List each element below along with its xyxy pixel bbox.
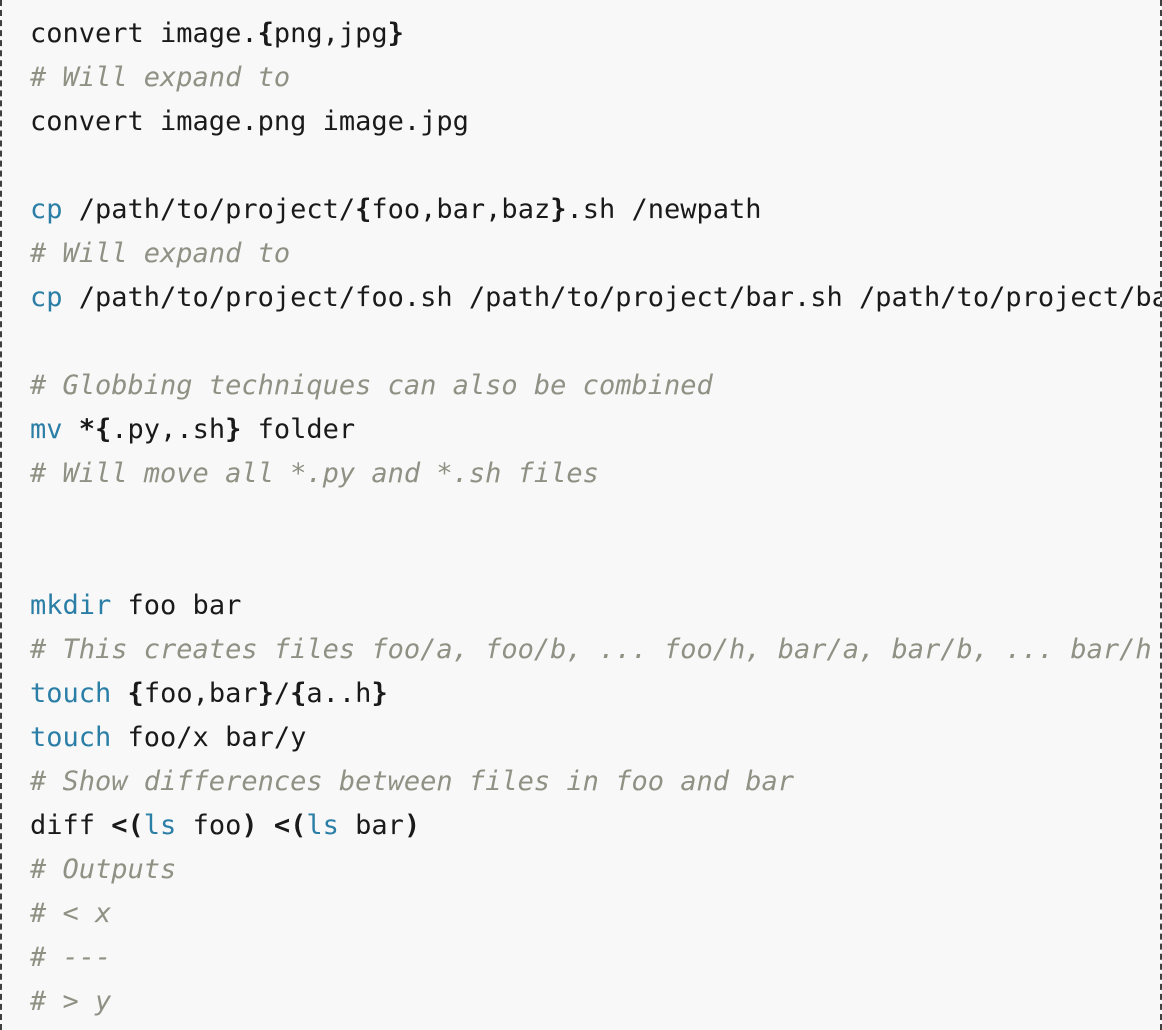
code-line: touch foo/x bar/y: [30, 716, 1160, 760]
code-token-plain: foo: [176, 810, 242, 841]
code-line: mkdir foo bar: [30, 584, 1160, 628]
code-token-comment: # ---: [30, 942, 112, 973]
code-token-meta: <(: [111, 810, 144, 841]
code-token-keyword: ls: [306, 810, 339, 841]
code-token-meta: {: [355, 194, 372, 225]
code-token-meta: {: [257, 18, 274, 49]
code-token-keyword: touch: [30, 722, 112, 753]
code-token-plain: folder: [241, 414, 356, 445]
code-token-plain: foo bar: [111, 590, 242, 621]
code-token-meta: {: [290, 678, 307, 709]
code-token-plain: /path/to/project/foo.sh /path/to/project…: [78, 282, 1160, 313]
code-token-keyword: mv: [30, 414, 63, 445]
code-token-plain: foo,bar,baz: [371, 194, 551, 225]
code-token-comment: # Globbing techniques can also be combin…: [30, 370, 713, 401]
code-line: # Will move all *.py and *.sh files: [30, 452, 1160, 496]
code-line-list: convert image.{png,jpg} # Will expand to c…: [2, 0, 1160, 1024]
code-token-plain: /path/to/project/: [62, 194, 356, 225]
code-token-meta: }: [371, 678, 388, 709]
code-token-comment: # > y: [30, 986, 112, 1017]
code-line: mv *{.py,.sh} folder: [30, 408, 1160, 452]
code-token-keyword: cp: [30, 282, 63, 313]
code-token-plain: .sh /newpath: [566, 194, 762, 225]
code-token-meta: ): [241, 810, 258, 841]
code-line: # Show differences between files in foo …: [30, 760, 1160, 804]
code-token-meta: }: [257, 678, 274, 709]
shell-code-block: convert image.{png,jpg} # Will expand to c…: [0, 0, 1162, 1030]
code-token-plain: .py,.sh: [111, 414, 226, 445]
code-line: # > y: [30, 980, 1160, 1024]
code-token-meta: }: [550, 194, 567, 225]
code-token-meta: <(: [273, 810, 307, 841]
code-token-plain: convert image.: [30, 18, 258, 49]
code-line: cp /path/to/project/foo.sh /path/to/proj…: [30, 276, 1160, 320]
code-token-meta: {: [127, 678, 144, 709]
code-token-comment: # Will expand to: [30, 62, 291, 93]
code-line: # Will expand to: [30, 232, 1160, 276]
code-token-meta: ): [403, 810, 421, 841]
code-token-plain: a..h: [306, 678, 372, 709]
code-token-plain: convert image.png image.jpg: [30, 106, 469, 137]
code-token-plain: diff: [30, 810, 112, 841]
code-token-comment: # This creates files foo/a, foo/b, ... f…: [30, 634, 1152, 665]
code-line: convert image.png image.jpg: [30, 100, 1160, 144]
code-token-keyword: ls: [143, 810, 177, 841]
code-token-comment: # < x: [30, 898, 112, 929]
code-token-comment: # Outputs: [30, 854, 177, 885]
code-token-comment: # Will expand to: [30, 238, 291, 269]
code-line: # Outputs: [30, 848, 1160, 892]
code-line: # ---: [30, 936, 1160, 980]
code-line: convert image.{png,jpg}: [30, 12, 1160, 56]
code-line: # Will expand to: [30, 56, 1160, 100]
code-line: # Globbing techniques can also be combin…: [30, 364, 1160, 408]
code-token-keyword: cp: [30, 194, 63, 225]
code-token-keyword: touch: [30, 678, 112, 709]
code-line: # This creates files foo/a, foo/b, ... f…: [30, 628, 1160, 672]
code-line: touch {foo,bar}/{a..h}: [30, 672, 1160, 716]
code-token-meta: }: [387, 18, 404, 49]
code-token-plain: png,jpg: [273, 18, 388, 49]
code-token-plain: foo,bar: [143, 678, 258, 709]
code-line: # < x: [30, 892, 1160, 936]
code-line: diff <(ls foo) <(ls bar): [30, 804, 1160, 848]
code-token-plain: /: [273, 678, 291, 709]
code-token-keyword: mkdir: [30, 590, 112, 621]
code-token-meta: *{: [78, 414, 112, 445]
code-token-comment: # Will move all *.py and *.sh files: [30, 458, 599, 489]
code-token-plain: foo/x bar/y: [111, 722, 307, 753]
code-token-meta: }: [225, 414, 242, 445]
code-token-comment: # Show differences between files in foo …: [30, 766, 795, 797]
code-line: cp /path/to/project/{foo,bar,baz}.sh /ne…: [30, 188, 1160, 232]
code-token-plain: bar: [338, 810, 404, 841]
